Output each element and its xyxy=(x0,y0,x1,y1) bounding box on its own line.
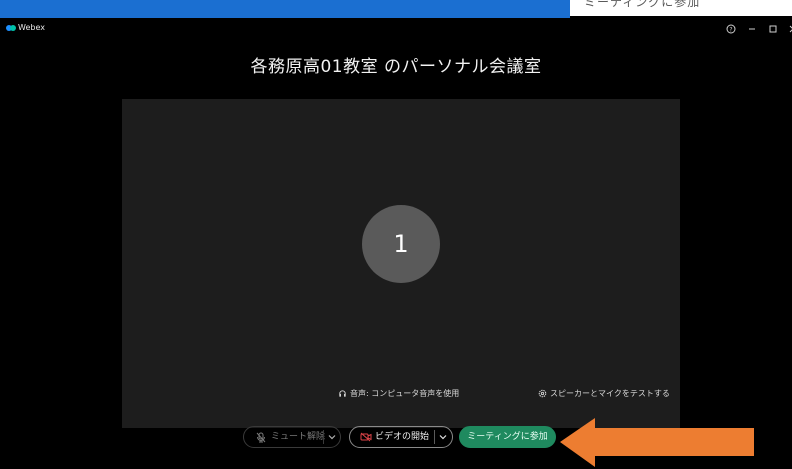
avatar: 1 xyxy=(362,205,440,283)
meeting-title: 各務原高01教室 のパーソナル会議室 xyxy=(250,57,542,77)
title-bar: Webex ? xyxy=(0,18,792,40)
webex-logo-icon xyxy=(6,25,16,31)
divider xyxy=(323,430,324,444)
audio-connection-button[interactable]: 音声: コンピュータ音声を使用 xyxy=(338,388,459,399)
svg-text:?: ? xyxy=(729,27,732,34)
settings-gear-icon xyxy=(538,389,547,398)
maximize-icon[interactable] xyxy=(765,21,781,37)
headset-icon xyxy=(339,390,346,397)
divider xyxy=(434,430,435,444)
join-meeting-button[interactable]: ミーティングに参加 xyxy=(459,426,556,448)
video-off-icon xyxy=(360,432,372,442)
test-speaker-mic-link[interactable]: スピーカーとマイクをテストする xyxy=(538,388,670,399)
chevron-down-icon[interactable] xyxy=(328,433,336,441)
chevron-down-icon[interactable] xyxy=(439,433,447,441)
minimize-icon[interactable] xyxy=(744,21,760,37)
unmute-button[interactable]: ミュート解除 xyxy=(243,426,341,448)
webex-window: Webex ? 各務原高01教室 のパーソナル会議室 1 音声: コンピュータ音… xyxy=(0,18,792,469)
muted-microphone-icon xyxy=(256,432,266,443)
background-window-text: ミーティングに参加 xyxy=(584,0,701,9)
unmute-label: ミュート解除 xyxy=(271,432,326,442)
start-video-label: ビデオの開始 xyxy=(375,432,430,442)
close-icon[interactable] xyxy=(784,21,792,37)
test-link-label: スピーカーとマイクをテストする xyxy=(550,389,670,398)
start-video-button[interactable]: ビデオの開始 xyxy=(349,426,453,448)
video-preview: 1 音声: コンピュータ音声を使用 スピーカーとマイクをテストする xyxy=(122,99,680,428)
annotation-arrow-icon xyxy=(560,418,754,467)
audio-status-label: 音声: コンピュータ音声を使用 xyxy=(350,389,460,398)
help-icon[interactable]: ? xyxy=(723,21,739,37)
app-title: Webex xyxy=(18,23,45,32)
desktop-background-strip xyxy=(0,0,570,18)
background-window: ミーティングに参加 xyxy=(570,0,792,16)
